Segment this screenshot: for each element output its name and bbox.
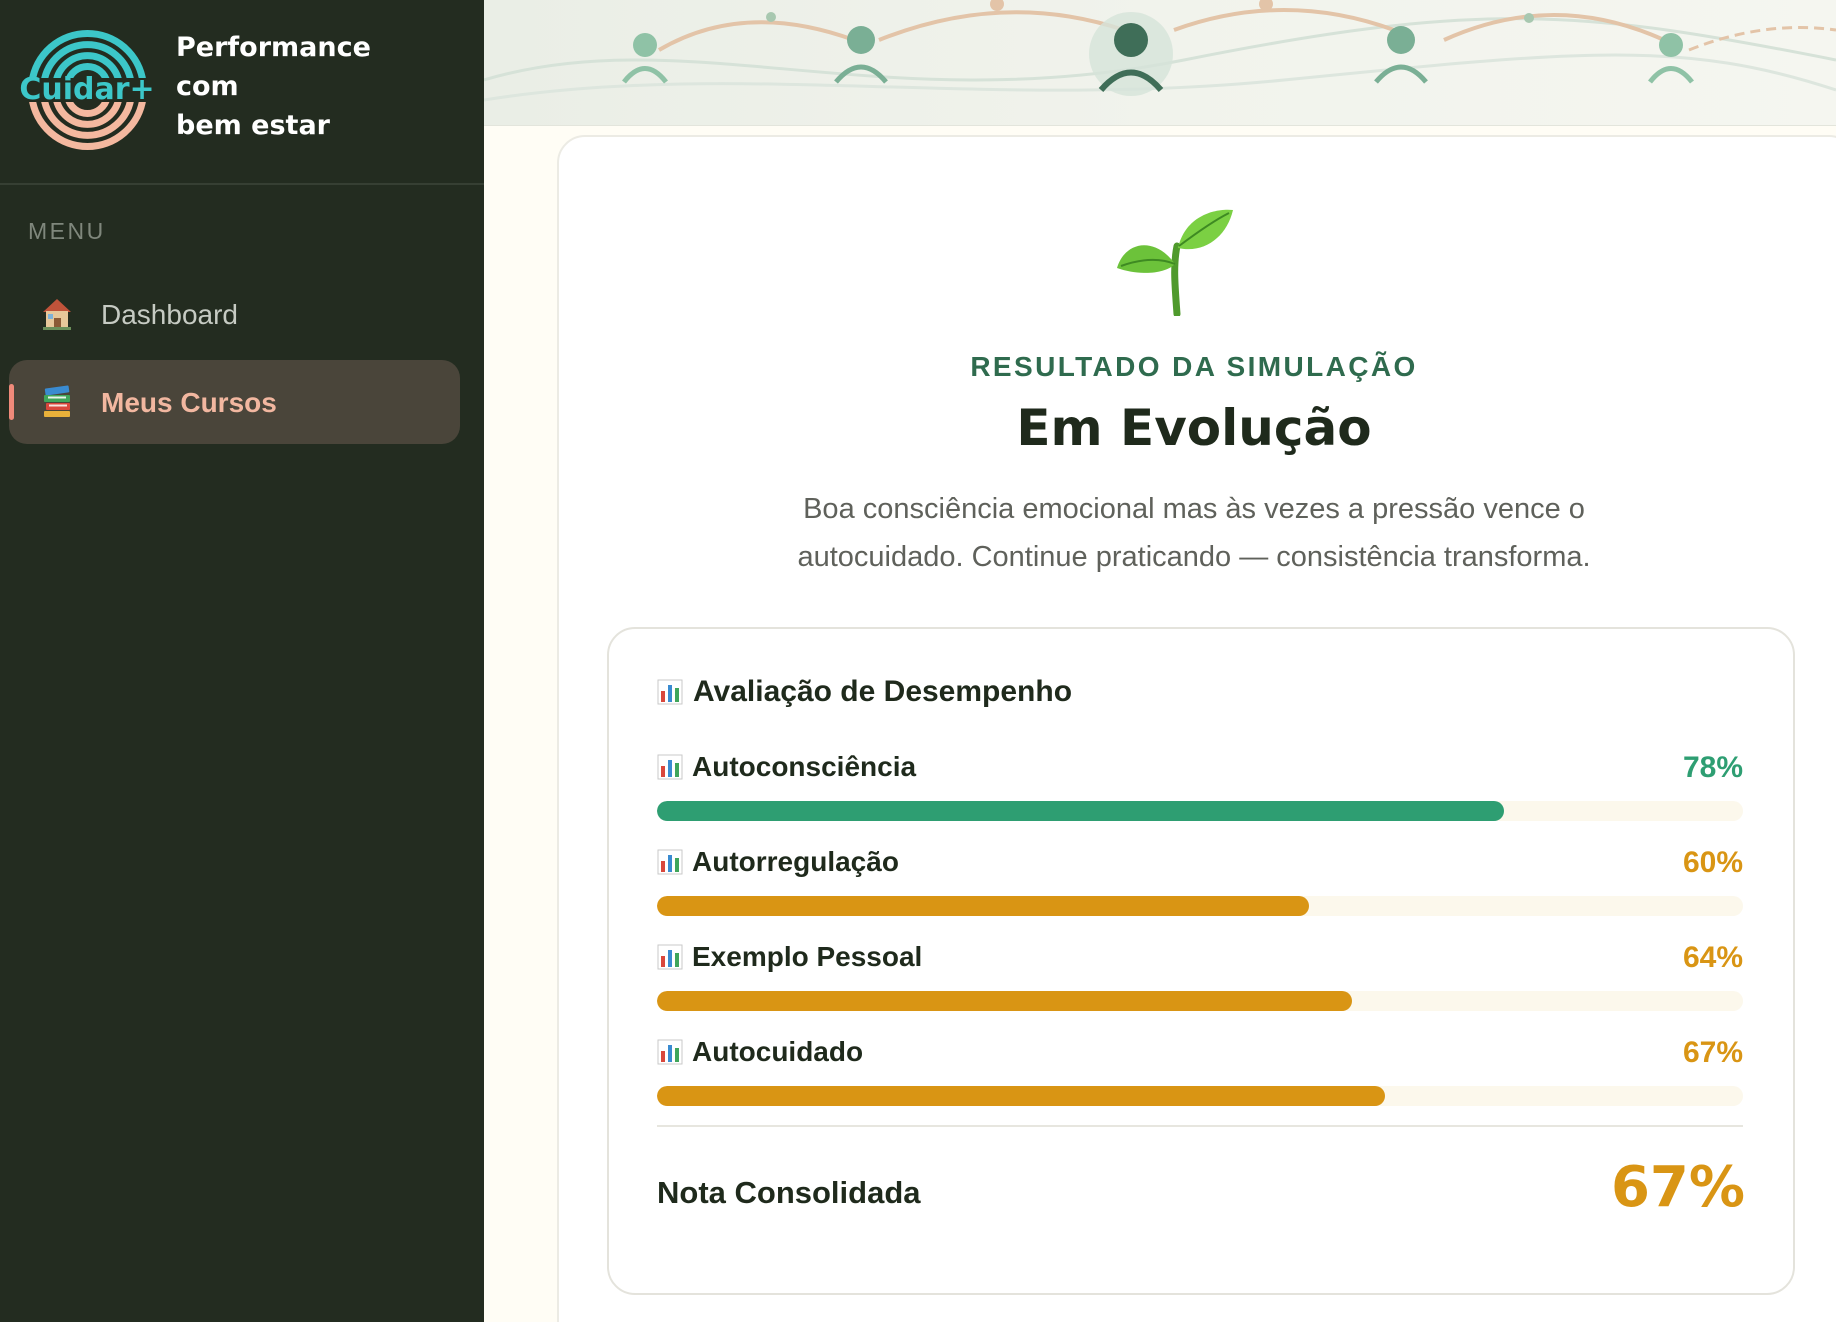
- total-label: Nota Consolidada: [657, 1175, 921, 1210]
- sidebar-item-meus-cursos[interactable]: Meus Cursos: [9, 360, 460, 444]
- bar-chart-icon: [657, 944, 683, 970]
- metric-label: Autocuidado: [692, 1036, 864, 1067]
- progress-track: [657, 801, 1743, 821]
- metric-label: Autoconsciência: [692, 751, 917, 782]
- sidebar-item-label: Meus Cursos: [101, 387, 277, 418]
- network-illustration: [484, 0, 1836, 102]
- tagline-line-3: bem estar: [176, 110, 330, 141]
- person-icon: [622, 33, 668, 84]
- divider: [657, 1125, 1743, 1127]
- progress-fill: [657, 1086, 1385, 1106]
- performance-panel: Avaliação de Desempenho Autoconsciência …: [607, 627, 1795, 1295]
- bar-chart-icon: [657, 849, 683, 875]
- metric-row: Autocuidado 67%: [657, 1036, 1743, 1106]
- bar-chart-icon: [657, 754, 683, 780]
- metric-value: 78%: [1682, 751, 1743, 784]
- result-title: Em Evolução: [1016, 399, 1372, 457]
- metric-label-wrap: Autocuidado: [657, 1036, 863, 1068]
- result-card: RESULTADO DA SIMULAÇÃO Em Evolução Boa c…: [557, 135, 1836, 1322]
- books-icon: [44, 385, 70, 417]
- sidebar: Cuidar+ Performance com bem estar MENU D…: [0, 0, 484, 1322]
- result-description: Boa consciência emocional mas às vezes a…: [797, 493, 1591, 573]
- menu-heading: MENU: [28, 218, 106, 244]
- metric-value: 64%: [1682, 941, 1743, 974]
- brand-tagline: Performance com bem estar: [176, 28, 466, 145]
- performance-title-text: Avaliação de Desempenho: [693, 675, 1073, 708]
- tagline-line-1: Performance: [176, 32, 371, 63]
- metric-label-wrap: Autorregulação: [657, 846, 899, 878]
- metric-label-wrap: Exemplo Pessoal: [657, 941, 922, 973]
- sidebar-item-dashboard[interactable]: Dashboard: [9, 272, 460, 356]
- progress-fill: [657, 991, 1353, 1011]
- total-value: 67%: [1610, 1155, 1745, 1220]
- progress-track: [657, 896, 1743, 916]
- performance-title: Avaliação de Desempenho: [657, 675, 1072, 709]
- progress-track: [657, 1086, 1743, 1106]
- tagline-line-2: com: [176, 71, 239, 102]
- metric-row: Autoconsciência 78%: [657, 751, 1743, 821]
- brand-header: Cuidar+ Performance com bem estar: [0, 0, 484, 185]
- app-root: Cuidar+ Performance com bem estar MENU D…: [0, 0, 1836, 1322]
- bar-chart-icon: [657, 1039, 683, 1065]
- metric-row: Exemplo Pessoal 64%: [657, 941, 1743, 1011]
- metric-row: Autorregulação 60%: [657, 846, 1743, 916]
- house-icon: [43, 299, 71, 330]
- metric-value: 60%: [1682, 846, 1743, 879]
- header-banner: [484, 0, 1836, 126]
- bar-chart-icon: [657, 679, 683, 705]
- sprout-icon: [1117, 209, 1233, 316]
- progress-fill: [657, 801, 1505, 821]
- result-kicker: RESULTADO DA SIMULAÇÃO: [970, 351, 1418, 382]
- metric-label-wrap: Autoconsciência: [657, 751, 916, 783]
- metric-value: 67%: [1682, 1036, 1743, 1069]
- progress-fill: [657, 896, 1309, 916]
- progress-track: [657, 991, 1743, 1011]
- metric-label: Autorregulação: [692, 846, 899, 877]
- active-indicator: [9, 384, 14, 420]
- metric-label: Exemplo Pessoal: [692, 941, 923, 972]
- svg-text:Cuidar+: Cuidar+: [20, 72, 155, 107]
- main-content: RESULTADO DA SIMULAÇÃO Em Evolução Boa c…: [484, 0, 1836, 1322]
- logo-icon[interactable]: Cuidar+: [20, 20, 155, 155]
- sidebar-item-label: Dashboard: [101, 299, 238, 330]
